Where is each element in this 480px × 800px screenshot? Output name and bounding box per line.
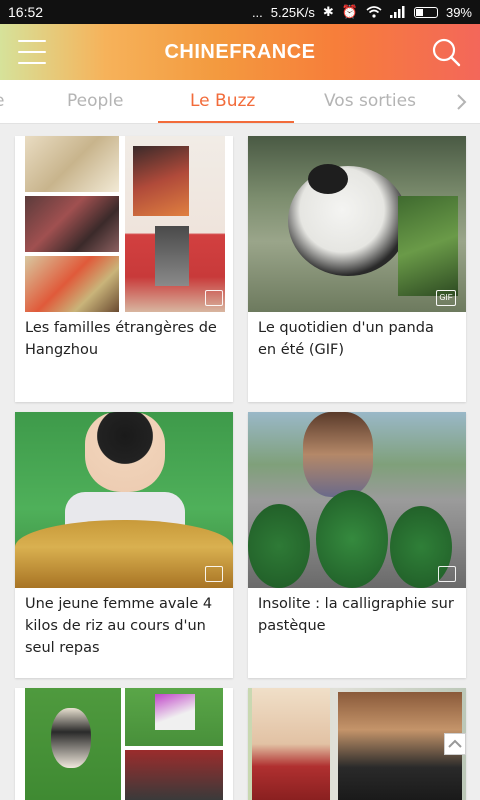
article-card-dogs[interactable] <box>15 688 233 800</box>
article-title: Insolite : la calligraphie sur pastèque <box>258 596 454 634</box>
signal-dots: ... <box>251 4 263 20</box>
scroll-to-top-button[interactable] <box>444 733 466 755</box>
tab-partial[interactable]: e <box>0 91 4 111</box>
article-image <box>15 688 233 800</box>
category-tabs: e People Le Buzz Vos sorties <box>0 80 480 124</box>
active-tab-indicator <box>158 121 294 123</box>
article-image <box>248 688 466 800</box>
article-image <box>248 412 466 588</box>
status-bar: 16:52 ... 5.25K/s ✱ ⏰ 39% <box>0 0 480 24</box>
network-speed: 5.25K/s <box>270 4 315 20</box>
article-card-families[interactable]: Les familles étrangères de Hangzhou <box>15 136 233 402</box>
article-image: GIF <box>248 136 466 312</box>
status-time: 16:52 <box>8 4 44 20</box>
battery-percent: 39% <box>445 4 472 20</box>
status-icons: ... 5.25K/s ✱ ⏰ 39% <box>252 4 472 20</box>
wifi-icon <box>366 6 382 18</box>
alarm-icon: ⏰ <box>341 4 358 19</box>
app-title: CHINEFRANCE <box>164 40 316 63</box>
tab-vos-sorties[interactable]: Vos sorties <box>324 91 416 111</box>
article-title: Une jeune femme avale 4 kilos de riz au … <box>25 596 213 656</box>
bluetooth-icon: ✱ <box>322 4 334 19</box>
image-gallery-icon <box>205 566 223 582</box>
search-icon[interactable] <box>430 36 462 68</box>
image-gallery-icon <box>205 290 223 306</box>
cell-signal-icon <box>389 6 405 18</box>
battery-icon <box>413 6 438 18</box>
tab-people[interactable]: People <box>67 91 123 111</box>
chevron-up-icon <box>448 739 462 748</box>
tab-le-buzz[interactable]: Le Buzz <box>190 91 255 111</box>
article-card-travellers[interactable] <box>248 688 466 800</box>
article-card-watermelon[interactable]: Insolite : la calligraphie sur pastèque <box>248 412 466 678</box>
chevron-right-icon[interactable] <box>454 92 470 112</box>
hamburger-menu-icon[interactable] <box>18 40 46 64</box>
image-gallery-icon <box>438 566 456 582</box>
article-image <box>15 136 233 312</box>
gif-badge: GIF <box>436 290 456 306</box>
app-bar: CHINEFRANCE <box>0 24 480 80</box>
article-image <box>15 412 233 588</box>
article-card-panda[interactable]: GIF Le quotidien d'un panda en été (GIF) <box>248 136 466 402</box>
article-card-rice[interactable]: Une jeune femme avale 4 kilos de riz au … <box>15 412 233 678</box>
article-title: Le quotidien d'un panda en été (GIF) <box>258 320 434 358</box>
article-title: Les familles étrangères de Hangzhou <box>25 320 217 358</box>
